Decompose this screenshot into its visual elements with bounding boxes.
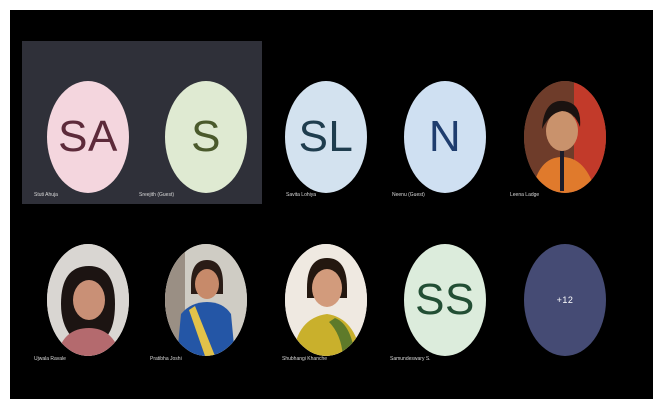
participant-name: Samundeswary S. <box>390 356 431 362</box>
profile-photo-image <box>524 81 606 193</box>
participant-photo <box>524 81 606 193</box>
participant-name: Ujwala Ravale <box>34 356 66 362</box>
profile-photo-image <box>285 244 367 356</box>
participant-name: Neenu (Guest) <box>392 192 425 198</box>
participant-photo <box>47 244 129 356</box>
video-grid: SA Stuti Ahuja S Sreejith (Guest) SL Sav… <box>10 10 653 399</box>
participant-tile[interactable]: SA <box>33 67 143 207</box>
participant-avatar: SS <box>404 244 486 356</box>
participant-tile[interactable]: SL <box>271 67 381 207</box>
participant-tile[interactable]: SS <box>390 230 500 370</box>
participant-tile[interactable]: N <box>390 67 500 207</box>
participant-name: Savita Lohiya <box>286 192 317 198</box>
participant-name: Sreejith (Guest) <box>139 192 175 198</box>
avatar-initials: SS <box>415 275 475 324</box>
participant-photo <box>285 244 367 356</box>
participant-tile[interactable] <box>33 230 143 370</box>
profile-photo-image <box>47 244 129 356</box>
participant-avatar: S <box>165 81 247 193</box>
participant-name: Pratibha Joshi <box>150 356 182 362</box>
participant-name: Stuti Ahuja <box>34 192 58 198</box>
participant-name: Shubhangi Khanche <box>282 356 328 362</box>
participant-tile[interactable] <box>510 67 620 207</box>
more-participants-badge: +12 <box>524 244 606 356</box>
avatar-initials: SL <box>298 112 354 161</box>
more-participants-tile[interactable]: +12 <box>510 230 620 370</box>
avatar-initials: S <box>191 112 221 161</box>
participant-tile[interactable] <box>271 230 381 370</box>
more-participants-count: +12 <box>556 295 574 305</box>
participant-avatar: SA <box>47 81 129 193</box>
participant-avatar: N <box>404 81 486 193</box>
profile-photo-image <box>165 244 247 356</box>
avatar-initials: SA <box>58 112 118 161</box>
avatar-initials: N <box>428 112 462 161</box>
participant-avatar: SL <box>285 81 367 193</box>
participant-tile[interactable] <box>151 230 261 370</box>
participant-tile[interactable]: S <box>151 67 261 207</box>
participant-name: Leena Ladge <box>510 192 540 198</box>
participant-photo <box>165 244 247 356</box>
